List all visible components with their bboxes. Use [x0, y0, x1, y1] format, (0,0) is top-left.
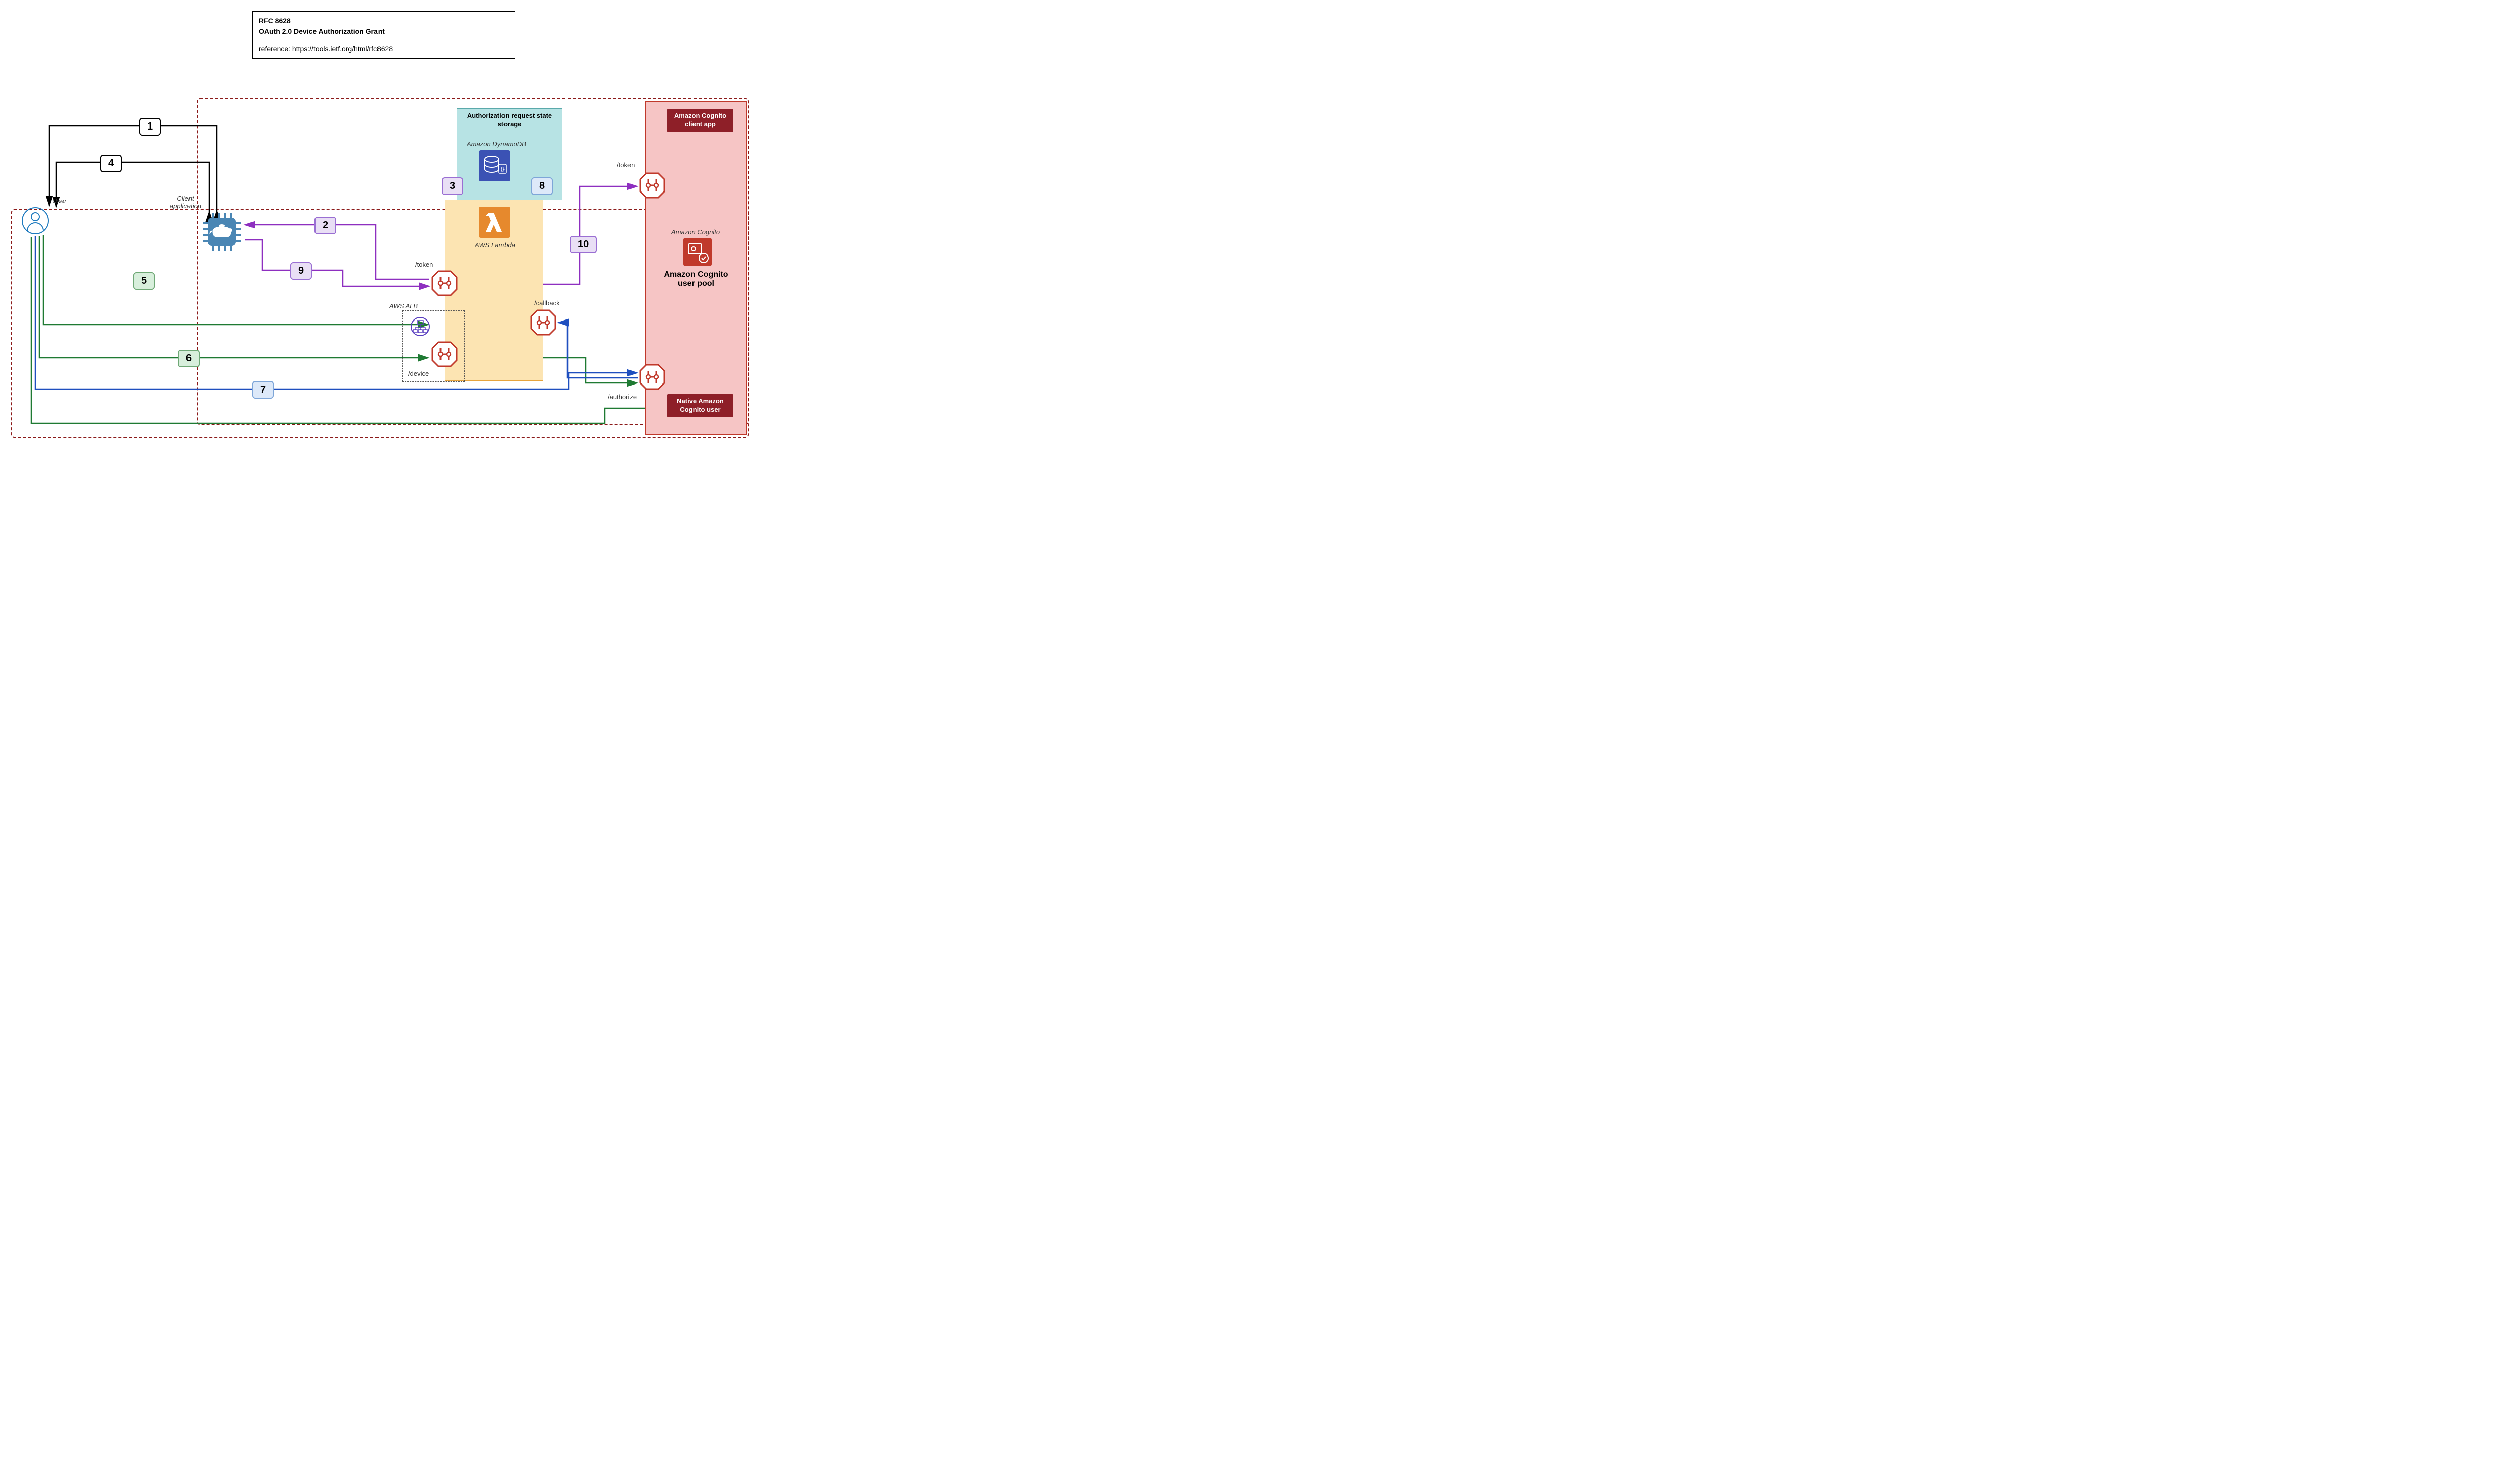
step-9: 9 [290, 262, 312, 280]
dynamodb-label: Amazon DynamoDB [467, 140, 526, 148]
user-label: User [52, 197, 66, 205]
cognito-client-app-box: Amazon Cognito client app [667, 109, 733, 132]
endpoint-callback-label: /callback [534, 299, 560, 307]
user-icon [21, 207, 49, 237]
title-box: RFC 8628 OAuth 2.0 Device Authorization … [252, 11, 515, 59]
endpoint-device-label: /device [408, 370, 429, 377]
lambda-label: AWS Lambda [475, 241, 515, 249]
step-2: 2 [314, 217, 336, 234]
cognito-client-app-label: Amazon Cognito client app [674, 112, 726, 128]
cognito-pool-title: Amazon Cognito user pool [658, 270, 734, 288]
client-app-icon [201, 211, 243, 255]
client-app-label: Client application [165, 195, 206, 210]
step-3: 3 [442, 177, 463, 195]
endpoint-token-cognito-label: /token [617, 161, 635, 169]
endpoint-token-icon [430, 269, 459, 300]
alb-label: AWS ALB [389, 302, 418, 310]
step-8: 8 [531, 177, 553, 195]
storage-header: Authorization request state storage [457, 109, 562, 132]
cognito-service-icon [683, 238, 712, 269]
step-10: 10 [570, 236, 597, 253]
native-cognito-user-label: Native Amazon Cognito user [677, 397, 724, 413]
grant-name: OAuth 2.0 Device Authorization Grant [259, 26, 509, 37]
step-1: 1 [139, 118, 161, 136]
endpoint-token-label: /token [415, 261, 433, 268]
rfc-number: RFC 8628 [259, 16, 509, 26]
diagram-canvas: RFC 8628 OAuth 2.0 Device Authorization … [10, 10, 766, 449]
reference-url: reference: https://tools.ietf.org/html/r… [259, 44, 509, 54]
native-cognito-user-box: Native Amazon Cognito user [667, 394, 733, 417]
dynamodb-icon: {} [479, 150, 510, 184]
endpoint-authorize-icon [638, 363, 666, 394]
endpoint-device-icon [430, 340, 459, 371]
endpoint-authorize-label: /authorize [608, 393, 637, 401]
endpoint-callback-icon [529, 308, 557, 339]
alb-icon [410, 316, 430, 339]
step-4: 4 [100, 155, 122, 172]
endpoint-token-cognito-icon [638, 171, 666, 202]
svg-text:{}: {} [501, 167, 505, 172]
step-7: 7 [252, 381, 274, 399]
step-5: 5 [133, 272, 155, 290]
step-6: 6 [178, 350, 200, 367]
lambda-icon [479, 207, 510, 240]
amazon-cognito-label: Amazon Cognito [671, 228, 720, 236]
